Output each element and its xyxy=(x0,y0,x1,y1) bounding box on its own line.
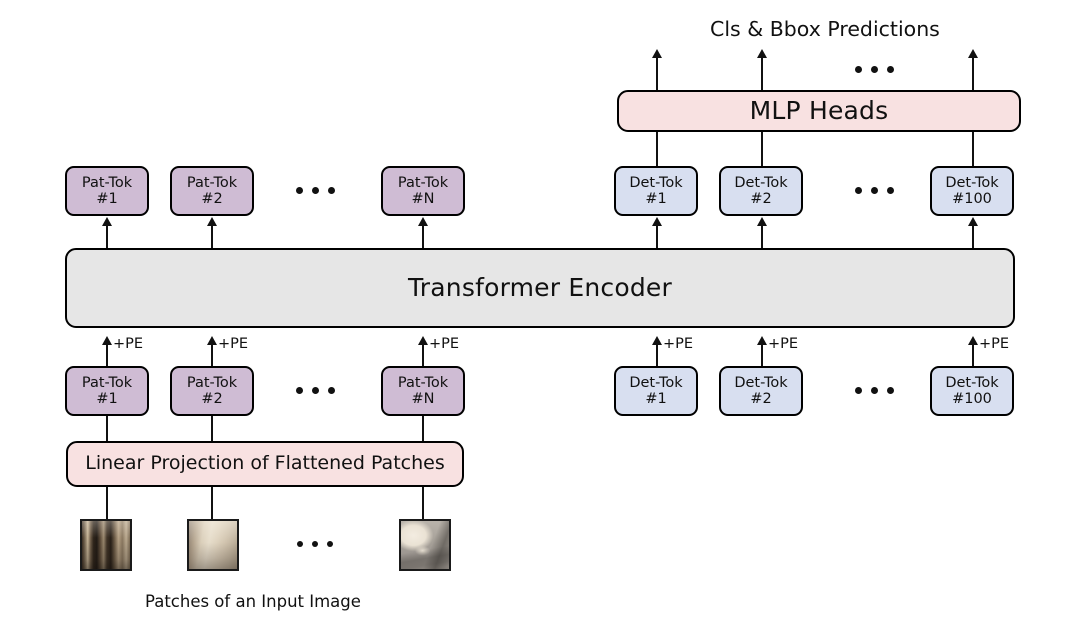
det-tok-input-1-index: #1 xyxy=(645,391,667,407)
pe-label-1: +PE xyxy=(113,336,144,352)
linear-projection-block[interactable]: Linear Projection of Flattened Patches xyxy=(66,441,464,487)
patch-to-proj-line-3 xyxy=(421,487,425,519)
input-patches-caption: Patches of an Input Image xyxy=(145,592,361,611)
patch-ellipsis xyxy=(297,541,333,547)
pat-tok-output-2-index: #2 xyxy=(201,191,223,207)
pe-arrow-3 xyxy=(418,336,428,345)
det-to-mlp-line-3 xyxy=(971,132,975,167)
det-tok-input-2-index: #2 xyxy=(750,391,772,407)
linear-projection-label: Linear Projection of Flattened Patches xyxy=(85,452,445,475)
mlp-output-arrow-3 xyxy=(968,49,978,58)
encoder-out-arrow-2 xyxy=(207,217,217,226)
mlp-heads-label: MLP Heads xyxy=(749,96,889,125)
pat-tok-input-2-name: Pat-Tok xyxy=(186,374,238,391)
pat-tok-input-ellipsis xyxy=(296,387,335,394)
proj-to-pat-line-2 xyxy=(210,416,214,441)
pat-tok-input-n-name: Pat-Tok xyxy=(397,374,449,391)
det-tok-input-1-name: Det-Tok xyxy=(629,374,683,391)
mlp-output-arrow-1 xyxy=(652,49,662,58)
pat-tok-output-1-name: Pat-Tok xyxy=(81,174,133,191)
proj-to-pat-line-1 xyxy=(105,416,109,441)
pat-tok-input-n-index: #N xyxy=(411,391,435,407)
encoder-out-line-2 xyxy=(210,225,214,249)
cls-bbox-predictions-caption: Cls & Bbox Predictions xyxy=(710,17,940,41)
pe-arrow-4 xyxy=(652,336,662,345)
pe-line-3 xyxy=(421,344,425,368)
det-tok-output-2[interactable]: Det-Tok #2 xyxy=(719,166,803,216)
mlp-output-arrow-2 xyxy=(757,49,767,58)
det-tok-output-ellipsis xyxy=(855,187,894,194)
det-tok-input-100-name: Det-Tok xyxy=(945,374,999,391)
det-tok-output-1-name: Det-Tok xyxy=(629,174,683,191)
pe-arrow-2 xyxy=(207,336,217,345)
patch-to-proj-line-1 xyxy=(105,487,109,519)
pat-tok-output-n-name: Pat-Tok xyxy=(397,174,449,191)
pe-arrow-1 xyxy=(102,336,112,345)
pe-line-6 xyxy=(971,344,975,368)
figure-canvas: Cls & Bbox Predictions MLP Heads Pat-Tok… xyxy=(0,0,1080,627)
pat-tok-input-n[interactable]: Pat-Tok #N xyxy=(381,366,465,416)
encoder-out-arrow-3 xyxy=(418,217,428,226)
mlp-heads-block[interactable]: MLP Heads xyxy=(617,90,1021,132)
pe-label-4: +PE xyxy=(663,336,694,352)
det-tok-input-2[interactable]: Det-Tok #2 xyxy=(719,366,803,416)
det-tok-output-2-index: #2 xyxy=(750,191,772,207)
det-tok-input-1[interactable]: Det-Tok #1 xyxy=(614,366,698,416)
transformer-encoder-block[interactable]: Transformer Encoder xyxy=(65,248,1015,328)
encoder-out-arrow-5 xyxy=(757,217,767,226)
encoder-out-line-5 xyxy=(760,225,764,249)
pe-line-1 xyxy=(105,344,109,368)
det-tok-output-2-name: Det-Tok xyxy=(734,174,788,191)
patch-image-1 xyxy=(80,519,132,571)
transformer-encoder-label: Transformer Encoder xyxy=(408,273,672,302)
det-tok-input-ellipsis xyxy=(855,387,894,394)
pat-tok-output-2-name: Pat-Tok xyxy=(186,174,238,191)
proj-to-pat-line-3 xyxy=(421,416,425,441)
pe-label-5: +PE xyxy=(768,336,799,352)
encoder-out-line-6 xyxy=(971,225,975,249)
mlp-output-ellipsis xyxy=(855,66,894,73)
patch-to-proj-line-2 xyxy=(210,487,214,519)
det-tok-output-100-index: #100 xyxy=(952,191,992,207)
pe-arrow-5 xyxy=(757,336,767,345)
patch-image-2 xyxy=(187,519,239,571)
pat-tok-output-1[interactable]: Pat-Tok #1 xyxy=(65,166,149,216)
encoder-out-line-4 xyxy=(655,225,659,249)
det-tok-input-100[interactable]: Det-Tok #100 xyxy=(930,366,1014,416)
pe-label-6: +PE xyxy=(979,336,1010,352)
det-to-mlp-line-2 xyxy=(760,132,764,167)
pe-label-2: +PE xyxy=(218,336,249,352)
pat-tok-output-1-index: #1 xyxy=(96,191,118,207)
pat-tok-input-2[interactable]: Pat-Tok #2 xyxy=(170,366,254,416)
pe-line-2 xyxy=(210,344,214,368)
det-tok-input-2-name: Det-Tok xyxy=(734,374,788,391)
det-tok-output-100-name: Det-Tok xyxy=(945,174,999,191)
pat-tok-input-1[interactable]: Pat-Tok #1 xyxy=(65,366,149,416)
pe-line-4 xyxy=(655,344,659,368)
patch-image-3 xyxy=(399,519,451,571)
det-tok-output-1-index: #1 xyxy=(645,191,667,207)
pat-tok-input-2-index: #2 xyxy=(201,391,223,407)
encoder-out-arrow-6 xyxy=(968,217,978,226)
det-tok-output-100[interactable]: Det-Tok #100 xyxy=(930,166,1014,216)
encoder-out-line-3 xyxy=(421,225,425,249)
pat-tok-output-ellipsis xyxy=(296,187,335,194)
encoder-out-arrow-1 xyxy=(102,217,112,226)
pat-tok-output-n-index: #N xyxy=(411,191,435,207)
det-tok-input-100-index: #100 xyxy=(952,391,992,407)
pat-tok-output-2[interactable]: Pat-Tok #2 xyxy=(170,166,254,216)
encoder-out-arrow-4 xyxy=(652,217,662,226)
det-to-mlp-line-1 xyxy=(655,132,659,167)
pat-tok-output-n[interactable]: Pat-Tok #N xyxy=(381,166,465,216)
pat-tok-input-1-name: Pat-Tok xyxy=(81,374,133,391)
pe-line-5 xyxy=(760,344,764,368)
pe-label-3: +PE xyxy=(429,336,460,352)
det-tok-output-1[interactable]: Det-Tok #1 xyxy=(614,166,698,216)
encoder-out-line-1 xyxy=(105,225,109,249)
pat-tok-input-1-index: #1 xyxy=(96,391,118,407)
pe-arrow-6 xyxy=(968,336,978,345)
